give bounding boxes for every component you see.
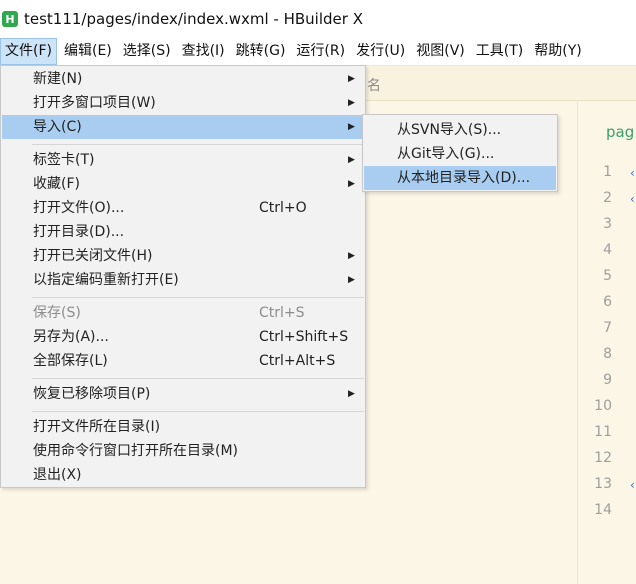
menu-item-shortcut: Ctrl+O <box>259 200 307 216</box>
menu-item-label: 另存为(A)... <box>33 329 109 345</box>
line-number: 3 <box>603 216 612 232</box>
line-number: 10 <box>594 398 612 414</box>
menu-separator <box>32 297 364 298</box>
menu-item-label: 新建(N) <box>33 71 83 87</box>
menu-file[interactable]: 文件(F) <box>0 38 57 65</box>
menu-item-new[interactable]: 新建(N) ▶ <box>2 67 364 91</box>
submenu-arrow-icon: ▶ <box>348 122 355 132</box>
menu-item-label: 从Git导入(G)... <box>397 146 495 162</box>
menu-item-open-directory[interactable]: 打开目录(D)... <box>2 220 364 244</box>
menu-item-label: 打开已关闭文件(H) <box>33 248 153 264</box>
submenu-arrow-icon: ▶ <box>348 155 355 165</box>
submenu-arrow-icon: ▶ <box>348 74 355 84</box>
fold-marker-icon[interactable]: ‹ <box>630 478 635 492</box>
menu-separator <box>32 144 364 145</box>
menu-select[interactable]: 选择(S) <box>119 38 175 65</box>
menu-item-favorites[interactable]: 收藏(F) ▶ <box>2 172 364 196</box>
menu-item-tabs[interactable]: 标签卡(T) ▶ <box>2 148 364 172</box>
line-number: 14 <box>594 502 612 518</box>
line-number: 12 <box>594 450 612 466</box>
menu-item-open-file[interactable]: 打开文件(O)... Ctrl+O <box>2 196 364 220</box>
menu-item-shortcut: Ctrl+Shift+S <box>259 329 349 345</box>
menu-separator <box>32 378 364 379</box>
submenu-arrow-icon: ▶ <box>348 179 355 189</box>
menu-item-open-in-terminal[interactable]: 使用命令行窗口打开所在目录(M) <box>2 439 364 463</box>
line-number: 2 <box>603 190 612 206</box>
submenu-arrow-icon: ▶ <box>348 389 355 399</box>
menu-item-label: 保存(S) <box>33 305 81 321</box>
menu-item-shortcut: Ctrl+S <box>259 305 305 321</box>
menu-item-open-multi-window-project[interactable]: 打开多窗口项目(W) ▶ <box>2 91 364 115</box>
menu-item-save[interactable]: 保存(S) Ctrl+S <box>2 301 364 325</box>
menu-help[interactable]: 帮助(Y) <box>530 38 585 65</box>
menu-item-label: 打开文件所在目录(I) <box>33 419 161 435</box>
menu-item-label: 标签卡(T) <box>33 152 95 168</box>
menu-item-label: 导入(C) <box>33 119 82 135</box>
menu-item-open-containing-folder[interactable]: 打开文件所在目录(I) <box>2 415 364 439</box>
menu-view[interactable]: 视图(V) <box>412 38 469 65</box>
submenu-arrow-icon: ▶ <box>348 275 355 285</box>
menu-item-save-all[interactable]: 全部保存(L) Ctrl+Alt+S <box>2 349 364 373</box>
menu-item-label: 打开多窗口项目(W) <box>33 95 156 111</box>
menu-bar: 文件(F) 编辑(E) 选择(S) 查找(I) 跳转(G) 运行(R) 发行(U… <box>0 38 636 66</box>
menu-item-shortcut: Ctrl+Alt+S <box>259 353 336 369</box>
menu-item-label: 从SVN导入(S)... <box>397 122 502 138</box>
window-title: test111/pages/index/index.wxml - HBuilde… <box>24 10 363 28</box>
menu-item-label: 以指定编码重新打开(E) <box>33 272 179 288</box>
line-number: 9 <box>603 372 612 388</box>
menu-item-reopen-with-encoding[interactable]: 以指定编码重新打开(E) ▶ <box>2 268 364 292</box>
menu-item-exit[interactable]: 退出(X) <box>2 463 364 487</box>
title-bar: H test111/pages/index/index.wxml - HBuil… <box>0 0 636 38</box>
file-menu-dropdown: 新建(N) ▶ 打开多窗口项目(W) ▶ 导入(C) ▶ 标签卡(T) ▶ 收藏… <box>0 65 366 488</box>
line-number: 4 <box>603 242 612 258</box>
submenu-item-import-git[interactable]: 从Git导入(G)... <box>364 142 556 166</box>
editor-breadcrumb[interactable]: pag <box>606 123 634 141</box>
fold-marker-icon[interactable]: ‹ <box>630 192 635 206</box>
submenu-arrow-icon: ▶ <box>348 251 355 261</box>
line-number: 11 <box>594 424 612 440</box>
menu-item-label: 打开文件(O)... <box>33 200 125 216</box>
menu-item-label: 恢复已移除项目(P) <box>33 386 151 402</box>
editor-tab-label[interactable]: 名 <box>367 75 381 95</box>
line-number: 6 <box>603 294 612 310</box>
submenu-item-import-svn[interactable]: 从SVN导入(S)... <box>364 118 556 142</box>
line-number: 8 <box>603 346 612 362</box>
line-number: 5 <box>603 268 612 284</box>
menu-item-label: 从本地目录导入(D)... <box>397 170 531 186</box>
menu-separator <box>32 411 364 412</box>
menu-item-label: 使用命令行窗口打开所在目录(M) <box>33 443 239 459</box>
menu-publish[interactable]: 发行(U) <box>352 38 409 65</box>
hbuilder-logo-icon: H <box>2 11 18 27</box>
menu-item-restore-removed-project[interactable]: 恢复已移除项目(P) ▶ <box>2 382 364 406</box>
menu-item-label: 打开目录(D)... <box>33 224 125 240</box>
line-number: 7 <box>603 320 612 336</box>
fold-marker-icon[interactable]: ‹ <box>630 166 635 180</box>
menu-find[interactable]: 查找(I) <box>178 38 229 65</box>
menu-item-import[interactable]: 导入(C) ▶ <box>2 115 364 139</box>
menu-edit[interactable]: 编辑(E) <box>60 38 116 65</box>
menu-goto[interactable]: 跳转(G) <box>232 38 290 65</box>
line-number: 1 <box>603 164 612 180</box>
menu-item-open-closed-file[interactable]: 打开已关闭文件(H) ▶ <box>2 244 364 268</box>
menu-item-label: 收藏(F) <box>33 176 80 192</box>
submenu-item-import-local-directory[interactable]: 从本地目录导入(D)... <box>364 166 556 190</box>
menu-tools[interactable]: 工具(T) <box>472 38 527 65</box>
gutter-divider <box>577 100 578 584</box>
submenu-arrow-icon: ▶ <box>348 98 355 108</box>
menu-item-save-as[interactable]: 另存为(A)... Ctrl+Shift+S <box>2 325 364 349</box>
menu-run[interactable]: 运行(R) <box>292 38 349 65</box>
menu-item-label: 全部保存(L) <box>33 353 108 369</box>
line-number: 13 <box>594 476 612 492</box>
menu-item-label: 退出(X) <box>33 467 82 483</box>
import-submenu: 从SVN导入(S)... 从Git导入(G)... 从本地目录导入(D)... <box>362 114 558 192</box>
